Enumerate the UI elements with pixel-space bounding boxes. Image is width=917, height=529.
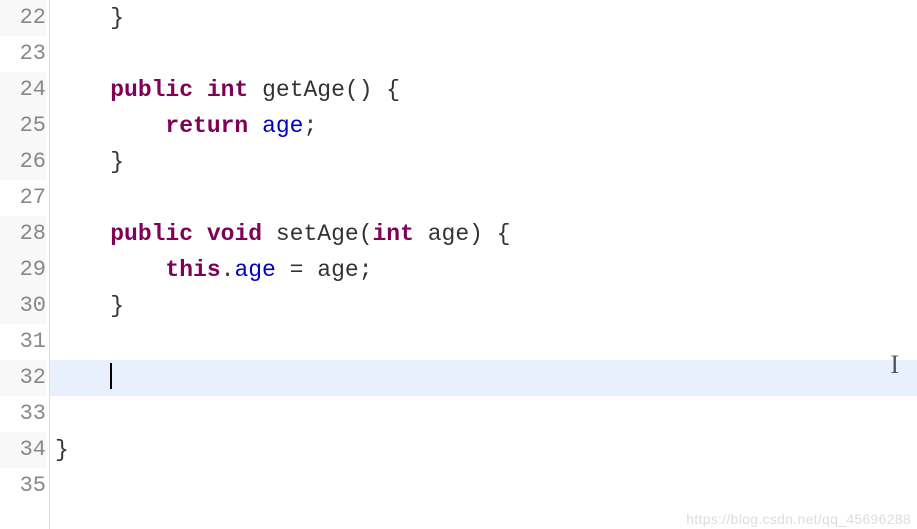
method-signature: getAge() { <box>248 77 400 103</box>
code-line-23[interactable] <box>50 36 917 72</box>
code-line-29[interactable]: this.age = age; <box>50 252 917 288</box>
keyword-void: void <box>207 221 262 247</box>
code-line-28[interactable]: public void setAge(int age) { <box>50 216 917 252</box>
code-line-30[interactable]: } <box>50 288 917 324</box>
watermark: https://blog.csdn.net/qq_45696288 <box>686 511 911 527</box>
code-line-32-current[interactable] <box>50 360 917 396</box>
code-line-33[interactable] <box>50 396 917 432</box>
line-number: 32 <box>0 360 46 396</box>
keyword-this: this <box>165 257 220 283</box>
line-number: 23 <box>0 36 46 72</box>
indent <box>55 113 165 139</box>
indent <box>55 257 165 283</box>
brace: } <box>55 437 69 463</box>
method-signature: setAge( <box>262 221 372 247</box>
space <box>248 113 262 139</box>
field-age: age <box>262 113 303 139</box>
brace: } <box>55 149 124 175</box>
code-line-31[interactable] <box>50 324 917 360</box>
code-line-35[interactable] <box>50 468 917 504</box>
code-line-22[interactable]: } <box>50 0 917 36</box>
semicolon: ; <box>303 113 317 139</box>
indent <box>55 221 110 247</box>
keyword-int: int <box>207 77 248 103</box>
indent <box>55 365 110 391</box>
keyword-return: return <box>165 113 248 139</box>
keyword-int: int <box>373 221 414 247</box>
keyword-public: public <box>110 221 193 247</box>
text-cursor <box>110 363 112 389</box>
line-number: 26 <box>0 144 46 180</box>
line-number: 29 <box>0 252 46 288</box>
code-editor[interactable]: } public int getAge() { return age; } pu… <box>50 0 917 529</box>
code-line-27[interactable] <box>50 180 917 216</box>
param: age) { <box>414 221 511 247</box>
space <box>193 221 207 247</box>
line-number: 31 <box>0 324 46 360</box>
line-number: 35 <box>0 468 46 504</box>
brace: } <box>55 5 124 31</box>
line-number: 24 <box>0 72 46 108</box>
line-number: 22 <box>0 0 46 36</box>
field-age: age <box>234 257 275 283</box>
code-line-24[interactable]: public int getAge() { <box>50 72 917 108</box>
dot: . <box>221 257 235 283</box>
keyword-public: public <box>110 77 193 103</box>
code-line-26[interactable]: } <box>50 144 917 180</box>
code-line-25[interactable]: return age; <box>50 108 917 144</box>
brace: } <box>55 293 124 319</box>
line-number: 34 <box>0 432 46 468</box>
indent <box>55 77 110 103</box>
line-number-gutter: 22 23 24 25 26 27 28 29 30 31 32 33 34 3… <box>0 0 50 529</box>
space <box>193 77 207 103</box>
line-number: 27 <box>0 180 46 216</box>
line-number: 30 <box>0 288 46 324</box>
code-line-34[interactable]: } <box>50 432 917 468</box>
line-number: 28 <box>0 216 46 252</box>
assignment: = age; <box>276 257 373 283</box>
line-number: 33 <box>0 396 46 432</box>
line-number: 25 <box>0 108 46 144</box>
